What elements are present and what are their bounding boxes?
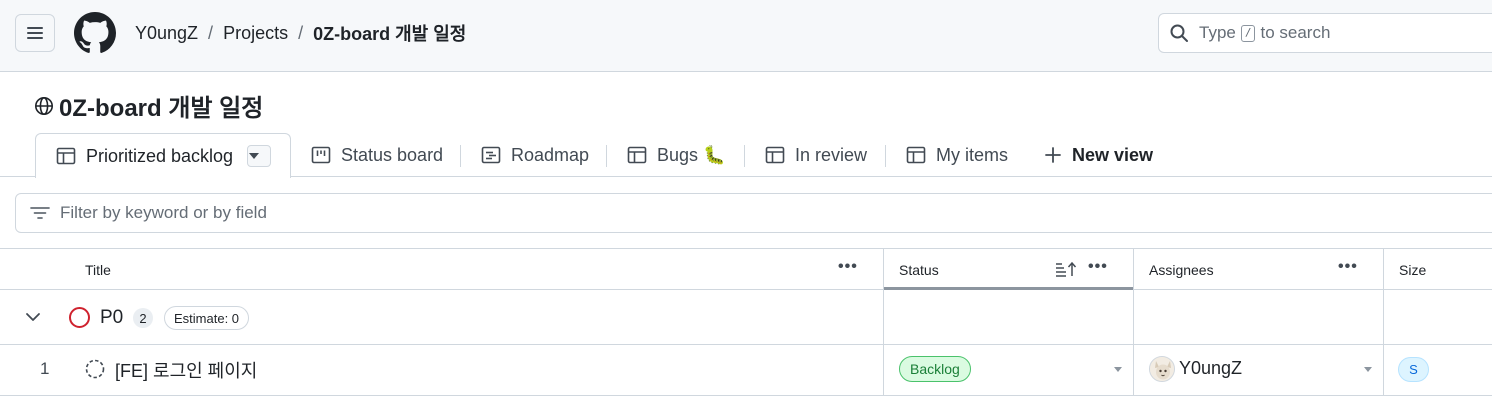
new-view-label: New view bbox=[1072, 144, 1154, 165]
row-number: 1 bbox=[40, 359, 50, 378]
group-estimate-badge: Estimate: 0 bbox=[164, 306, 250, 330]
search-icon bbox=[1170, 24, 1188, 42]
plus-icon bbox=[1045, 147, 1061, 163]
filter-input[interactable]: Filter by keyword or by field bbox=[15, 193, 1492, 233]
table-icon bbox=[765, 146, 785, 164]
tab-label: Status board bbox=[341, 144, 444, 165]
triangle-down-icon bbox=[249, 153, 259, 159]
new-view-button[interactable]: New view bbox=[1044, 133, 1153, 177]
size-badge[interactable]: S bbox=[1398, 357, 1429, 382]
column-menu-icon[interactable]: ••• bbox=[1088, 259, 1108, 275]
search-suffix-text: to search bbox=[1260, 23, 1331, 42]
priority-circle-icon bbox=[69, 307, 90, 328]
hamburger-icon bbox=[27, 27, 43, 39]
tab-separator bbox=[606, 145, 607, 167]
tab-bugs[interactable]: Bugs 🐛 bbox=[627, 133, 725, 177]
tab-label: Bugs 🐛 bbox=[657, 144, 726, 165]
tab-prioritized-backlog[interactable]: Prioritized backlog bbox=[35, 133, 291, 178]
assignee-name[interactable]: Y0ungZ bbox=[1179, 358, 1242, 379]
table-header: Title ••• Status ••• Assignees ••• Size bbox=[0, 248, 1492, 290]
column-header-assignees[interactable]: Assignees bbox=[1149, 249, 1214, 290]
search-prefix-text: Type bbox=[1199, 23, 1236, 42]
tab-label: Roadmap bbox=[511, 144, 590, 165]
column-label: Title bbox=[85, 261, 111, 278]
tab-status-board[interactable]: Status board bbox=[311, 133, 443, 177]
filter-icon bbox=[30, 207, 50, 219]
column-header-title[interactable]: Title bbox=[85, 249, 111, 290]
tab-separator bbox=[885, 145, 886, 167]
breadcrumb-current-project[interactable]: 0Z-board 개발 일정 bbox=[313, 20, 466, 46]
tab-label: My items bbox=[936, 144, 1008, 165]
globe-icon bbox=[35, 96, 53, 115]
assignee-dropdown-icon[interactable] bbox=[1364, 367, 1372, 372]
table-icon bbox=[627, 146, 647, 164]
column-label: Size bbox=[1399, 261, 1427, 278]
group-count-badge: 2 bbox=[133, 308, 153, 328]
tab-my-items[interactable]: My items bbox=[906, 133, 1008, 177]
breadcrumb: Y0ungZ / Projects / 0Z-board 개발 일정 bbox=[135, 20, 466, 46]
tab-in-review[interactable]: In review bbox=[765, 133, 867, 177]
column-menu-icon[interactable]: ••• bbox=[1338, 259, 1358, 275]
breadcrumb-separator: / bbox=[208, 22, 214, 43]
sort-ascending-icon[interactable] bbox=[1055, 261, 1079, 277]
avatar bbox=[1149, 356, 1175, 382]
search-shortcut-key: / bbox=[1240, 24, 1256, 42]
filter-placeholder: Filter by keyword or by field bbox=[60, 203, 267, 222]
tab-separator bbox=[744, 145, 745, 167]
table-row[interactable]: 1 [FE] 로그인 페이지 Backlog Y0ungZ S bbox=[0, 345, 1492, 396]
status-badge[interactable]: Backlog bbox=[899, 356, 971, 382]
search-input[interactable]: Type / to search bbox=[1158, 13, 1492, 53]
tab-label: In review bbox=[795, 144, 868, 165]
github-logo-icon[interactable] bbox=[74, 12, 116, 54]
column-menu-icon[interactable]: ••• bbox=[838, 259, 858, 275]
project-title: 0Z-board 개발 일정 bbox=[34, 88, 263, 123]
tab-label: Prioritized backlog bbox=[86, 145, 234, 166]
group-label: P0 bbox=[100, 307, 124, 328]
avatar-image-icon bbox=[1150, 357, 1174, 381]
table-icon bbox=[906, 146, 926, 164]
group-header-row: P0 2 Estimate: 0 bbox=[0, 291, 1492, 345]
column-label: Assignees bbox=[1149, 261, 1214, 278]
chevron-down-icon[interactable] bbox=[24, 308, 42, 326]
breadcrumb-separator: / bbox=[298, 22, 304, 43]
tab-separator bbox=[460, 145, 461, 167]
column-header-size[interactable]: Size bbox=[1399, 249, 1426, 290]
view-options-dropdown[interactable] bbox=[247, 145, 271, 167]
menu-button[interactable] bbox=[15, 14, 55, 52]
roadmap-icon bbox=[481, 146, 501, 164]
status-dropdown-icon[interactable] bbox=[1114, 367, 1122, 372]
board-icon bbox=[311, 146, 331, 164]
sorted-column-indicator bbox=[884, 287, 1133, 290]
breadcrumb-projects[interactable]: Projects bbox=[223, 23, 288, 44]
column-header-status[interactable]: Status bbox=[899, 249, 939, 290]
project-title-text: 0Z-board 개발 일정 bbox=[59, 95, 264, 122]
global-header: Y0ungZ / Projects / 0Z-board 개발 일정 Type … bbox=[0, 0, 1492, 72]
column-label: Status bbox=[899, 261, 939, 278]
breadcrumb-owner[interactable]: Y0ungZ bbox=[135, 23, 198, 44]
row-title[interactable]: [FE] 로그인 페이지 bbox=[115, 357, 257, 383]
tab-roadmap[interactable]: Roadmap bbox=[481, 133, 589, 177]
table-icon bbox=[56, 147, 76, 165]
draft-issue-icon bbox=[85, 359, 105, 379]
